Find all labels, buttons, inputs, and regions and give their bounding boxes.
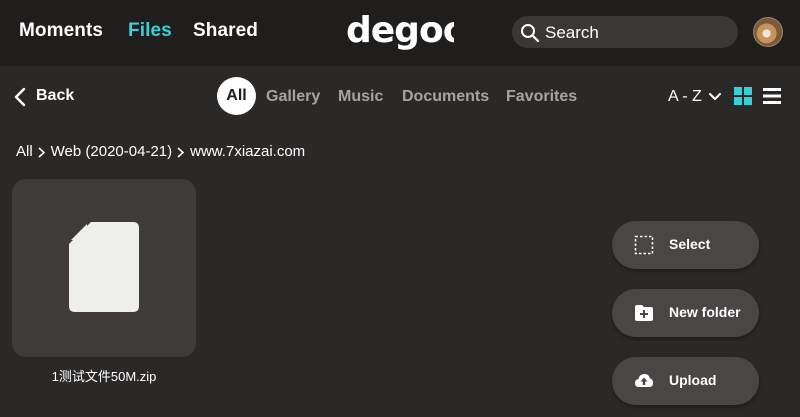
chevron-down-icon — [709, 93, 721, 101]
list-view-icon[interactable] — [763, 87, 781, 105]
file-name[interactable]: 1测试文件50M.zip — [12, 366, 196, 385]
chevron-right-icon — [38, 143, 45, 160]
tab-music[interactable]: Music — [338, 88, 383, 106]
sort-dropdown[interactable]: A - Z — [668, 88, 721, 106]
file-tile[interactable] — [12, 179, 196, 357]
search-placeholder: Search — [545, 23, 599, 43]
new-folder-icon — [634, 303, 654, 323]
select-button[interactable]: Select — [612, 221, 759, 269]
select-icon — [634, 235, 654, 255]
breadcrumb-item-web[interactable]: Web (2020-04-21) — [51, 143, 172, 160]
upload-label: Upload — [669, 372, 716, 388]
chevron-right-icon — [177, 143, 184, 160]
degoo-logo[interactable]: degoo — [346, 11, 454, 56]
select-label: Select — [669, 236, 710, 252]
new-folder-label: New folder — [669, 304, 741, 320]
upload-button[interactable]: Upload — [612, 357, 759, 405]
upload-icon — [634, 371, 654, 391]
chevron-left-icon — [14, 87, 26, 107]
new-folder-button[interactable]: New folder — [612, 289, 759, 337]
breadcrumb-item-current: www.7xiazai.com — [190, 143, 305, 160]
avatar[interactable] — [753, 17, 783, 47]
tab-all[interactable]: All — [217, 77, 256, 115]
tab-documents[interactable]: Documents — [402, 88, 489, 106]
back-label: Back — [36, 87, 74, 105]
search-icon — [520, 23, 540, 43]
tab-gallery[interactable]: Gallery — [266, 88, 320, 106]
file-icon — [67, 220, 141, 314]
top-bar: Moments Files Shared degoo Search — [0, 0, 800, 66]
breadcrumb: All Web (2020-04-21) www.7xiazai.com — [16, 143, 305, 160]
search-bar[interactable]: Search — [512, 16, 738, 48]
nav-files[interactable]: Files — [128, 20, 172, 42]
nav-shared[interactable]: Shared — [193, 20, 258, 42]
degoo-logo-mark: degoo — [346, 11, 454, 51]
nav-moments[interactable]: Moments — [19, 20, 103, 42]
tab-favorites[interactable]: Favorites — [506, 88, 577, 106]
logo-text: degoo — [346, 11, 454, 51]
grid-view-icon[interactable] — [734, 87, 752, 105]
sort-label: A - Z — [668, 88, 702, 105]
breadcrumb-item-all[interactable]: All — [16, 143, 33, 160]
